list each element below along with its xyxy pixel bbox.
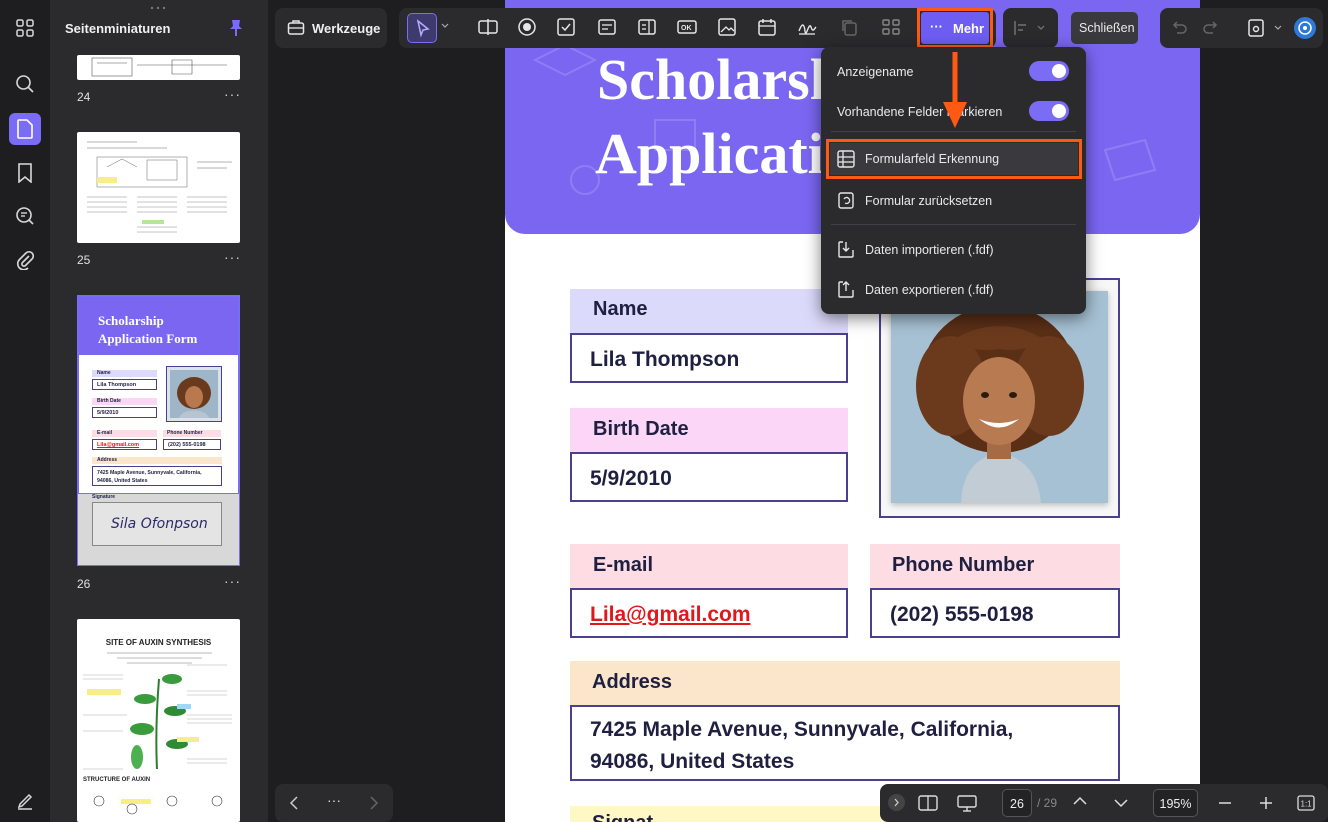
address-label: Address bbox=[592, 671, 673, 693]
email-label: E-mail bbox=[593, 554, 654, 576]
svg-text:OK: OK bbox=[681, 25, 692, 32]
divider bbox=[831, 224, 1076, 225]
redo-icon[interactable] bbox=[1202, 19, 1220, 37]
menu-item-show-name-label: Anzeigename bbox=[837, 65, 914, 79]
align-group bbox=[1003, 8, 1058, 48]
page-thumbnail[interactable]: SITE OF AUXIN SYNTHESIS STRUCTURE OF AUX… bbox=[77, 619, 240, 822]
page-number: 25 bbox=[77, 253, 91, 267]
apps-icon[interactable] bbox=[9, 12, 41, 44]
date-field-icon[interactable] bbox=[756, 16, 778, 38]
page-down-icon[interactable] bbox=[1114, 797, 1128, 809]
form-title-line1: Scholarsh bbox=[597, 47, 842, 112]
more-icon[interactable]: ··· bbox=[327, 792, 341, 808]
toolbox-icon bbox=[287, 18, 305, 36]
prev-icon[interactable] bbox=[289, 796, 299, 810]
zoom-input[interactable]: 195% bbox=[1153, 789, 1198, 817]
form-title-line2: Applicati bbox=[595, 121, 824, 186]
save-icon[interactable] bbox=[1247, 18, 1265, 38]
phone-label: Phone Number bbox=[892, 554, 1035, 576]
left-rail bbox=[0, 0, 50, 822]
page-total: / 29 bbox=[1037, 796, 1058, 810]
button-field-icon[interactable]: OK bbox=[676, 16, 698, 38]
list-box-icon[interactable] bbox=[636, 16, 658, 38]
email-value[interactable]: Lila@gmail.com bbox=[590, 603, 751, 627]
comment-search-icon[interactable] bbox=[9, 200, 41, 232]
image-field-icon[interactable] bbox=[716, 16, 738, 38]
page-up-icon[interactable] bbox=[1073, 795, 1087, 807]
chevron-down-icon[interactable] bbox=[1037, 24, 1045, 32]
thumbnails-panel: Seitenminiaturen 24 ··· 25 ··· Scholarsh… bbox=[50, 0, 268, 822]
pin-icon[interactable] bbox=[228, 19, 244, 37]
chevron-down-icon[interactable] bbox=[441, 22, 449, 30]
name-label: Name bbox=[593, 298, 648, 320]
align-icon[interactable] bbox=[1013, 20, 1029, 36]
reset-form-icon bbox=[836, 190, 856, 210]
dots-icon: ··· bbox=[930, 19, 943, 34]
ai-assistant-icon[interactable] bbox=[1294, 17, 1316, 39]
panel-title: Seitenminiaturen bbox=[65, 21, 171, 36]
thumbnails-icon[interactable] bbox=[9, 113, 41, 145]
drag-handle[interactable] bbox=[150, 6, 166, 10]
signature-label: Signat bbox=[592, 812, 653, 822]
sign-icon[interactable] bbox=[9, 785, 41, 817]
svg-text:1:1: 1:1 bbox=[1301, 800, 1313, 809]
address-line1: 7425 Maple Avenue, Sunnyvale, California… bbox=[590, 718, 1014, 741]
undo-icon[interactable] bbox=[1170, 19, 1188, 37]
page-more-button[interactable]: ··· bbox=[224, 86, 241, 102]
checkbox-icon[interactable] bbox=[555, 16, 577, 38]
show-name-toggle[interactable] bbox=[1029, 61, 1069, 81]
grid-icon[interactable] bbox=[880, 16, 902, 38]
combo-box-icon[interactable] bbox=[596, 16, 618, 38]
reading-mode-icon[interactable] bbox=[918, 794, 938, 812]
page-thumbnail[interactable] bbox=[77, 55, 240, 80]
menu-item-form-field-detection[interactable]: Formularfeld Erkennung bbox=[830, 143, 1078, 175]
presentation-icon[interactable] bbox=[957, 794, 977, 812]
annotation-arrow bbox=[943, 52, 967, 128]
import-icon bbox=[836, 239, 856, 259]
text-field-icon[interactable] bbox=[477, 16, 499, 38]
birth-label: Birth Date bbox=[593, 418, 689, 440]
attachment-icon[interactable] bbox=[9, 244, 41, 276]
search-icon[interactable] bbox=[9, 68, 41, 100]
chevron-down-icon[interactable] bbox=[1274, 24, 1282, 32]
export-icon bbox=[836, 279, 856, 299]
actual-size-icon[interactable]: 1:1 bbox=[1297, 795, 1315, 811]
more-button[interactable]: ··· Mehr bbox=[921, 12, 989, 44]
birth-value: 5/9/2010 bbox=[590, 467, 672, 490]
page-thumbnail-selected[interactable]: Scholarship Application Form Name Lila T… bbox=[77, 295, 240, 566]
select-tool[interactable] bbox=[407, 13, 437, 43]
address-line2: 94086, United States bbox=[590, 750, 795, 773]
page-nav-bar: 26 / 29 195% 1:1 bbox=[880, 784, 1328, 822]
page-thumbnail[interactable] bbox=[77, 132, 240, 243]
photo-frame[interactable] bbox=[879, 278, 1120, 518]
copy-icon bbox=[838, 16, 860, 38]
tools-button[interactable]: Werkzeuge bbox=[275, 8, 387, 48]
page-more-button[interactable]: ··· bbox=[224, 249, 241, 265]
page-more-button[interactable]: ··· bbox=[224, 573, 241, 589]
name-value: Lila Thompson bbox=[590, 348, 740, 371]
next-icon[interactable] bbox=[369, 796, 379, 810]
thumbnail-nav-bar: ··· bbox=[275, 784, 393, 822]
signature-field-icon[interactable] bbox=[796, 16, 818, 38]
close-button[interactable]: Schließen bbox=[1071, 12, 1138, 44]
highlight-fields-toggle[interactable] bbox=[1029, 101, 1069, 121]
phone-value: (202) 555-0198 bbox=[890, 603, 1034, 626]
menu-item-highlight-fields-label: Vorhandene Felder markieren bbox=[837, 105, 1003, 119]
history-group bbox=[1160, 8, 1323, 48]
menu-item-reset-form[interactable]: Formular zurücksetzen bbox=[865, 194, 992, 208]
profile-photo bbox=[891, 291, 1108, 503]
page-number: 24 bbox=[77, 90, 91, 104]
zoom-out-icon[interactable] bbox=[1218, 796, 1232, 810]
menu-item-import-data[interactable]: Daten importieren (.fdf) bbox=[865, 243, 994, 257]
zoom-in-icon[interactable] bbox=[1259, 796, 1273, 810]
page-number-input[interactable]: 26 bbox=[1002, 789, 1032, 817]
menu-item-export-data[interactable]: Daten exportieren (.fdf) bbox=[865, 283, 994, 297]
form-detect-icon bbox=[836, 149, 856, 169]
radio-button-icon[interactable] bbox=[516, 16, 538, 38]
expand-icon[interactable] bbox=[888, 794, 905, 811]
page-number: 26 bbox=[77, 577, 91, 591]
bookmark-icon[interactable] bbox=[9, 157, 41, 189]
